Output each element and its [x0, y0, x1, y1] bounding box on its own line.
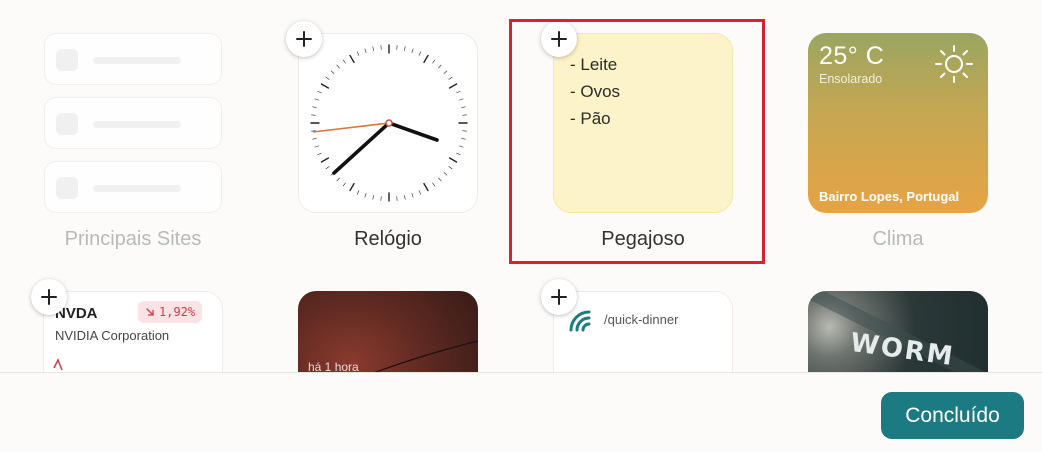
- clock-tick: [336, 177, 340, 182]
- clock-tick: [438, 177, 442, 182]
- link-logo-icon: [569, 310, 591, 332]
- clock-tick: [459, 98, 464, 101]
- weather-temp: 25° C: [819, 42, 885, 70]
- minute-hand: [332, 121, 391, 175]
- stock-change-value: 1,92%: [159, 305, 196, 319]
- clock-tick: [404, 195, 406, 200]
- clock-tick: [349, 182, 355, 192]
- clock-tick: [456, 152, 461, 156]
- clock-tick: [320, 83, 330, 89]
- clock-tick: [459, 145, 464, 148]
- clock-tick: [356, 190, 360, 195]
- second-hand: [312, 122, 390, 133]
- plus-icon: [296, 31, 312, 47]
- clock-tick: [342, 182, 346, 187]
- add-clock-button[interactable]: [286, 21, 322, 57]
- clock-tick: [317, 152, 322, 156]
- clock-tick: [342, 59, 346, 64]
- clock-tick: [456, 90, 461, 94]
- link-path: /quick-dinner: [604, 312, 679, 327]
- plus-icon: [551, 289, 567, 305]
- stock-change-badge: 1,92%: [138, 301, 203, 323]
- weather-widget[interactable]: 25° C Ensolarado Bairro Lopes, Portugal: [808, 33, 988, 213]
- clock-tick: [448, 157, 458, 163]
- clock-tick: [423, 182, 429, 192]
- top-site-placeholder: [44, 33, 222, 85]
- clock-tick: [461, 138, 466, 140]
- clock-tick: [411, 193, 414, 198]
- clock-tick: [404, 46, 406, 51]
- clock-tick: [349, 54, 355, 64]
- clock-tick: [364, 48, 367, 53]
- clock-tick: [432, 59, 436, 64]
- clock-tick: [312, 106, 317, 108]
- top-site-placeholder: [44, 97, 222, 149]
- clock-tick: [312, 138, 317, 140]
- clock-tick: [443, 70, 448, 74]
- arrow-down-right-icon: [146, 308, 154, 316]
- sun-icon: [935, 45, 973, 83]
- footer-bar: Concluído: [0, 372, 1042, 452]
- clock-tick: [364, 193, 367, 198]
- stock-name: NVIDIA Corporation: [55, 328, 170, 343]
- clock-widget[interactable]: [298, 33, 478, 213]
- clock-tick: [314, 145, 319, 148]
- clock-tick: [317, 90, 322, 94]
- clock-tick: [432, 182, 436, 187]
- plus-icon: [41, 289, 57, 305]
- clock-tick: [448, 166, 453, 170]
- add-link-button[interactable]: [541, 279, 577, 315]
- clock-tick: [418, 51, 422, 56]
- clock-tick: [448, 76, 453, 80]
- done-button[interactable]: Concluído: [881, 392, 1024, 439]
- clock-tick: [325, 76, 330, 80]
- clock-tick: [330, 70, 335, 74]
- clock-tick: [418, 190, 422, 195]
- weather-condition: Ensolarado: [819, 72, 883, 86]
- clock-label: Relógio: [354, 228, 422, 250]
- top-sites-label: Principais Sites: [64, 228, 202, 250]
- clock-tick: [320, 157, 330, 163]
- clock-tick: [314, 98, 319, 101]
- clock-tick: [411, 48, 414, 53]
- weather-location: Bairro Lopes, Portugal: [819, 189, 960, 204]
- clock-tick: [356, 51, 360, 56]
- clock-tick: [438, 64, 442, 69]
- add-stock-button[interactable]: [31, 279, 67, 315]
- clock-tick: [325, 166, 330, 170]
- weather-label: Clima: [872, 228, 924, 250]
- clock-tick: [448, 83, 458, 89]
- clock-tick: [372, 46, 374, 51]
- hour-hand: [387, 121, 439, 142]
- clock-tick: [461, 106, 466, 108]
- clock-tick: [423, 54, 429, 64]
- clock-tick: [336, 64, 340, 69]
- clock-tick: [443, 172, 448, 176]
- clock-tick: [372, 195, 374, 200]
- top-site-placeholder: [44, 161, 222, 213]
- selection-highlight: [509, 19, 765, 264]
- clock-face: [310, 44, 468, 202]
